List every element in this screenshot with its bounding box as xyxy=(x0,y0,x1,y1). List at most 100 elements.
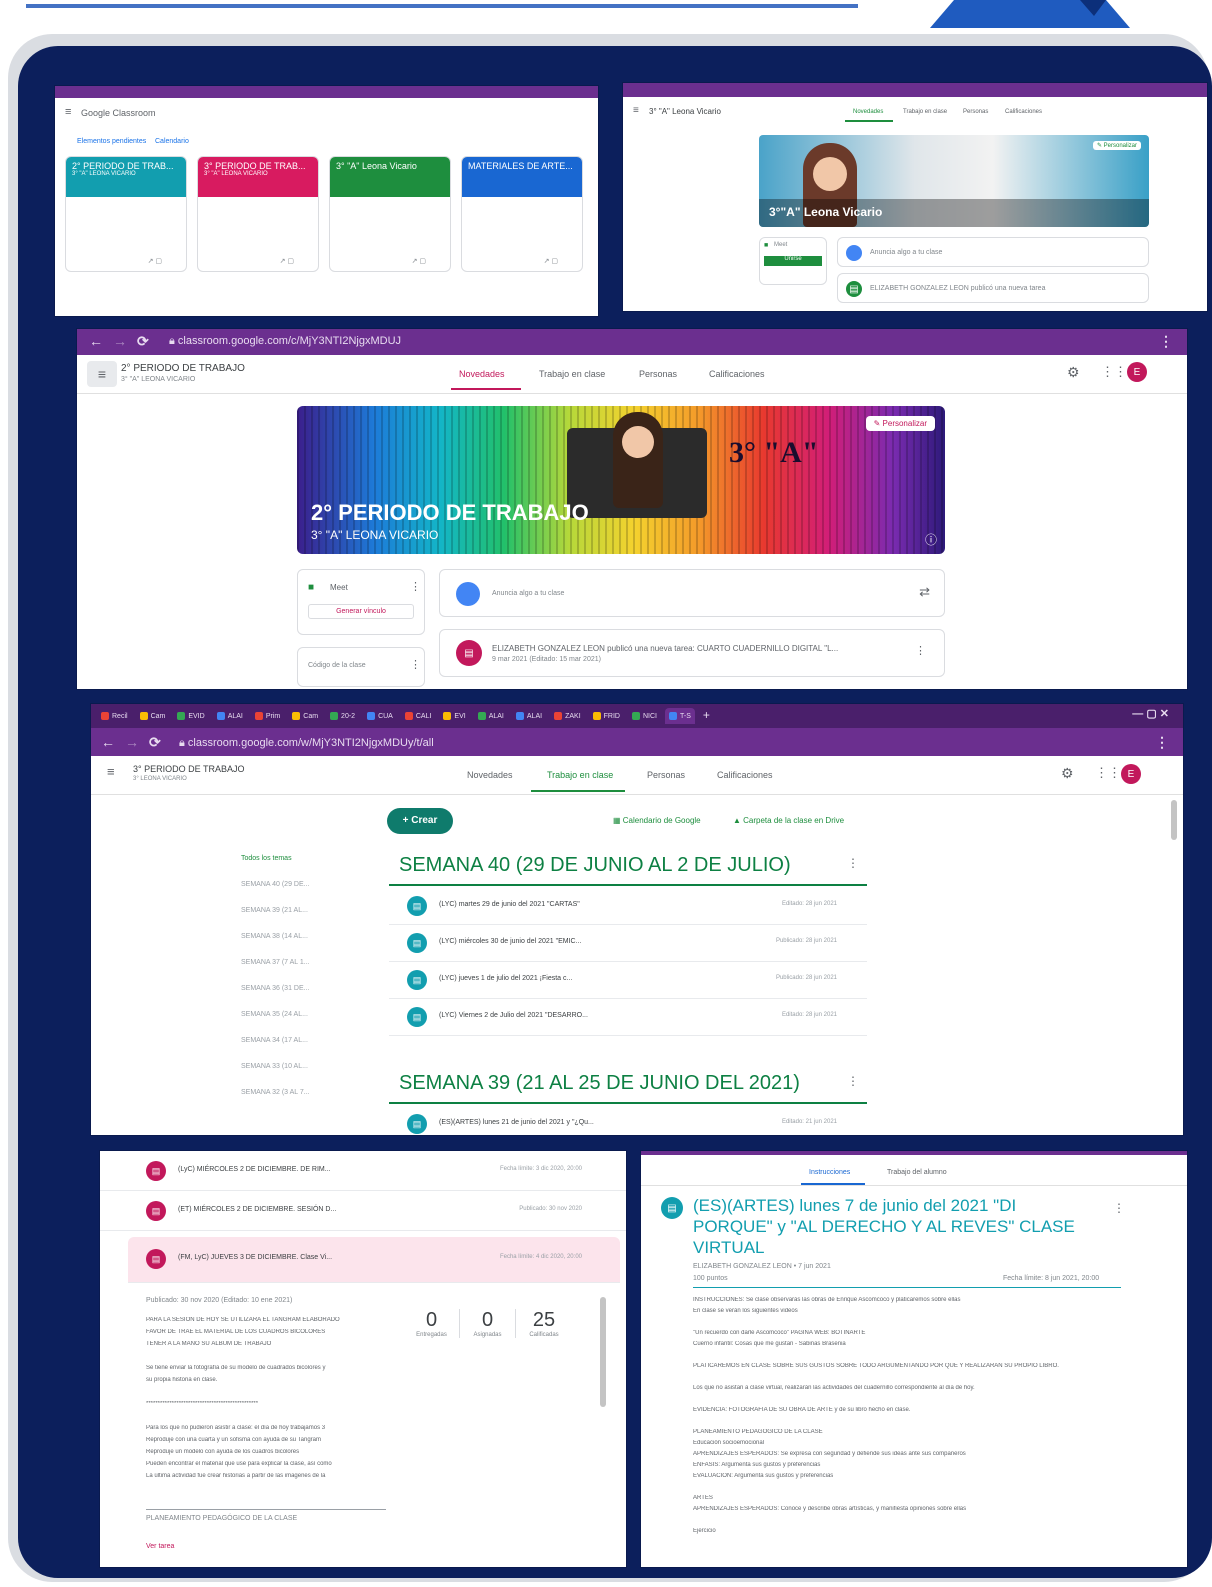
class-card[interactable]: 3° PERIODO DE TRAB... 3° "A" LEONA VICAR… xyxy=(197,156,319,272)
trend-icon[interactable]: ↗ ▢ xyxy=(148,257,162,265)
back-icon[interactable]: ← xyxy=(101,734,115,750)
reload-icon[interactable]: ⟳ xyxy=(149,734,161,751)
assignment-row[interactable]: ▤ (LYC) Viernes 2 de Julio del 2021 "DESA… xyxy=(389,999,867,1036)
avatar[interactable]: E xyxy=(1127,362,1147,382)
customize-button[interactable]: ✎ Personalizar xyxy=(1092,141,1141,150)
browser-menu-icon[interactable]: ⋮ xyxy=(1159,333,1173,350)
reload-icon[interactable]: ⟳ xyxy=(137,333,149,350)
more-icon[interactable]: ⋮ xyxy=(915,644,926,657)
sidebar-topic[interactable]: SEMANA 36 (31 DE... xyxy=(241,976,361,1002)
assignment-row[interactable]: ▤ (LYC) miércoles 30 de junio del 2021 "E… xyxy=(389,925,867,962)
forward-icon[interactable]: → xyxy=(113,333,127,349)
assignment-row[interactable]: ▤ (ES)(ARTES) lunes 21 de junio del 2021 … xyxy=(389,1106,867,1135)
scrollbar[interactable] xyxy=(600,1297,606,1407)
class-card[interactable]: 2° PERIODO DE TRAB... 3° "A" LEONA VICAR… xyxy=(65,156,187,272)
stat-cell[interactable]: 0 Entregadas xyxy=(404,1309,460,1338)
post-card[interactable]: ▤ ELIZABETH GONZALEZ LEON publicó una nu… xyxy=(439,629,945,677)
assignment-row[interactable]: ▤ (LYC) martes 29 de junio del 2021 "CART… xyxy=(389,888,867,925)
more-icon[interactable]: ⋮ xyxy=(847,1074,859,1088)
browser-tab[interactable]: 20-2 xyxy=(326,708,359,724)
browser-tab[interactable]: ALAI xyxy=(512,708,546,724)
stat-cell[interactable]: 0 Asignadas xyxy=(460,1309,516,1338)
tab-instructions[interactable]: Instrucciones xyxy=(809,1169,850,1176)
menu-icon[interactable]: ≡ xyxy=(633,105,639,116)
sidebar-topic[interactable]: SEMANA 32 (3 AL 7... xyxy=(241,1080,361,1106)
sidebar-topic[interactable]: SEMANA 35 (24 AL... xyxy=(241,1002,361,1028)
assignment-row[interactable]: ▤ (ET) MIÉRCOLES 2 DE DICIEMBRE. SESIÓN D… xyxy=(100,1191,626,1231)
browser-tab[interactable]: ALAI xyxy=(474,708,508,724)
tab-student-work[interactable]: Trabajo del alumno xyxy=(887,1169,947,1176)
tab-trabajo[interactable]: Trabajo en clase xyxy=(547,770,613,780)
browser-tab[interactable]: NICI xyxy=(628,708,661,724)
browser-tab[interactable]: Recil xyxy=(97,708,132,724)
browser-tab[interactable]: Cam xyxy=(136,708,170,724)
sidebar-topic[interactable]: SEMANA 38 (14 AL... xyxy=(241,924,361,950)
apps-icon[interactable]: ⋮⋮ xyxy=(1101,364,1127,380)
assignment-row[interactable]: ▤ (FM, LyC) JUEVES 3 DE DICIEMBRE. Clase … xyxy=(128,1237,620,1283)
announce-box[interactable]: Anuncia algo a tu clase xyxy=(837,237,1149,267)
sidebar-topic[interactable]: SEMANA 40 (29 DE... xyxy=(241,872,361,898)
apps-icon[interactable]: ⋮⋮ xyxy=(1095,765,1121,781)
tab-calificaciones[interactable]: Calificaciones xyxy=(1005,109,1042,115)
back-icon[interactable]: ← xyxy=(89,333,103,349)
settings-icon[interactable]: ⚙ xyxy=(1067,364,1080,381)
new-tab-icon[interactable]: + xyxy=(699,708,710,724)
sidebar-topic[interactable]: SEMANA 37 (7 AL 1... xyxy=(241,950,361,976)
tab-trabajo[interactable]: Trabajo en clase xyxy=(903,109,947,115)
repost-icon[interactable]: ⇄ xyxy=(919,584,930,600)
info-icon[interactable]: ⓘ xyxy=(925,531,937,548)
tab-trabajo[interactable]: Trabajo en clase xyxy=(539,369,605,379)
browser-tab[interactable]: T-S xyxy=(664,708,695,724)
tab-personas[interactable]: Personas xyxy=(647,770,685,780)
join-button[interactable]: Unirse xyxy=(764,256,822,266)
tab-personas[interactable]: Personas xyxy=(639,369,677,379)
tab-calificaciones[interactable]: Calificaciones xyxy=(709,369,765,379)
menu-icon[interactable]: ≡ xyxy=(87,361,117,387)
tab-personas[interactable]: Personas xyxy=(963,109,988,115)
tab-novedades[interactable]: Novedades xyxy=(467,770,513,780)
browser-tab[interactable]: FRID xyxy=(589,708,624,724)
tab-novedades[interactable]: Novedades xyxy=(853,109,883,115)
avatar[interactable]: E xyxy=(1121,764,1141,784)
more-icon[interactable]: ⋮ xyxy=(1113,1201,1125,1215)
forward-icon[interactable]: → xyxy=(125,734,139,750)
assignment-row[interactable]: ▤ (LYC) jueves 1 de julio del 2021 ¡Fiest… xyxy=(389,962,867,999)
more-icon[interactable]: ⋮ xyxy=(410,658,421,671)
class-card[interactable]: MATERIALES DE ARTE... ↗ ▢ xyxy=(461,156,583,272)
address-bar[interactable]: 🔒︎ classroom.google.com/c/MjY3NTI2NjgxMD… xyxy=(169,335,401,348)
browser-tab[interactable]: Cam xyxy=(288,708,322,724)
window-controls[interactable]: — ▢ ✕ xyxy=(1132,707,1169,720)
browser-tab[interactable]: CALI xyxy=(401,708,436,724)
more-icon[interactable]: ⋮ xyxy=(410,580,421,593)
create-button[interactable]: + Crear xyxy=(387,808,453,834)
trend-icon[interactable]: ↗ ▢ xyxy=(280,257,294,265)
drive-folder-link[interactable]: ▲ Carpeta de la clase en Drive xyxy=(733,816,844,825)
browser-tab[interactable]: ZAKI xyxy=(550,708,585,724)
google-calendar-link[interactable]: ▦ Calendario de Google xyxy=(613,816,701,825)
calendar-link[interactable]: Calendario xyxy=(155,138,189,145)
browser-tab[interactable]: ALAI xyxy=(213,708,247,724)
browser-tab[interactable]: EVID xyxy=(173,708,208,724)
pending-link[interactable]: Elementos pendientes xyxy=(77,138,146,145)
customize-button[interactable]: ✎ Personalizar xyxy=(865,416,935,431)
tab-calificaciones[interactable]: Calificaciones xyxy=(717,770,773,780)
generate-link-button[interactable]: Generar vínculo xyxy=(308,604,414,619)
sidebar-topic[interactable]: SEMANA 39 (21 AL... xyxy=(241,898,361,924)
browser-tab[interactable]: Prim xyxy=(251,708,284,724)
browser-menu-icon[interactable]: ⋮ xyxy=(1155,734,1169,751)
settings-icon[interactable]: ⚙ xyxy=(1061,765,1074,782)
stat-cell[interactable]: 25 Calificadas xyxy=(516,1309,572,1338)
announce-box[interactable]: Anuncia algo a tu clase ⇄ xyxy=(439,569,945,617)
menu-icon[interactable]: ≡ xyxy=(107,764,115,779)
browser-tab[interactable]: CUA xyxy=(363,708,397,724)
class-card[interactable]: 3° "A" Leona Vicario ↗ ▢ xyxy=(329,156,451,272)
address-bar[interactable]: 🔒︎ classroom.google.com/w/MjY3NTI2NjgxMD… xyxy=(179,737,434,750)
menu-icon[interactable]: ≡ xyxy=(65,106,71,118)
sidebar-topic[interactable]: SEMANA 33 (10 AL... xyxy=(241,1054,361,1080)
browser-tab[interactable]: EVI xyxy=(439,708,469,724)
assignment-row[interactable]: ▤ (LyC) MIÉRCOLES 2 DE DICIEMBRE. DE RIM.… xyxy=(100,1151,626,1191)
post-card[interactable]: ▤ ELIZABETH GONZALEZ LEON publicó una nu… xyxy=(837,273,1149,303)
view-task-link[interactable]: Ver tarea xyxy=(146,1543,174,1550)
trend-icon[interactable]: ↗ ▢ xyxy=(544,257,558,265)
tab-novedades[interactable]: Novedades xyxy=(459,369,505,379)
